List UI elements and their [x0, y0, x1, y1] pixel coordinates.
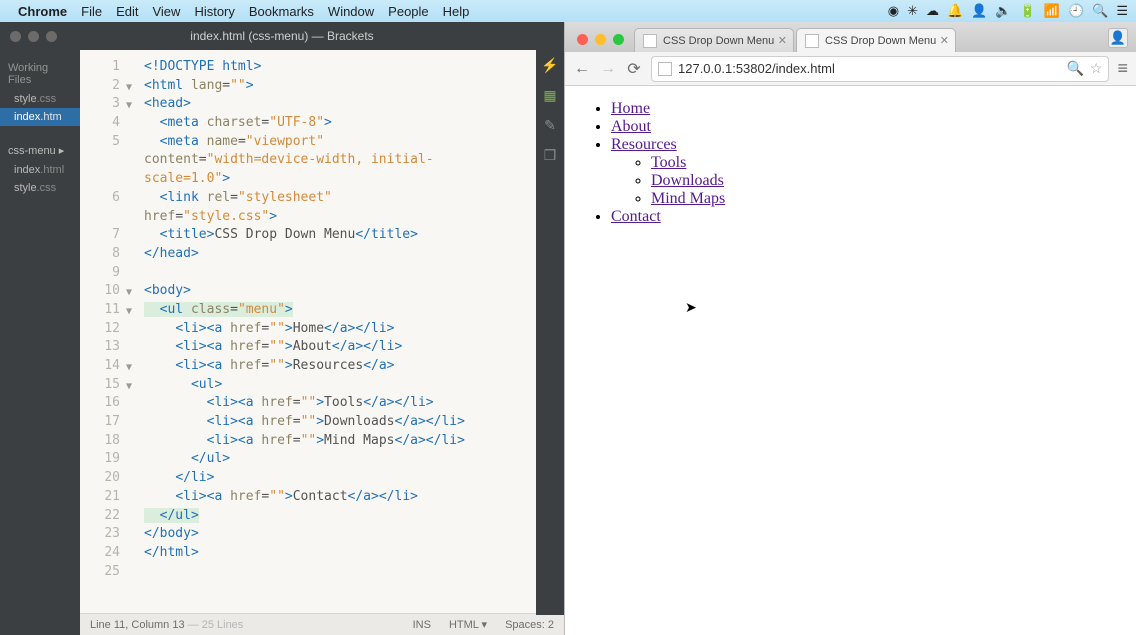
bell-icon[interactable]: 🔔 — [947, 3, 963, 19]
close-dot[interactable] — [577, 34, 588, 45]
menu-icon[interactable]: ≡ — [1117, 58, 1128, 79]
user-icon[interactable]: 👤 — [971, 3, 987, 19]
close-icon[interactable]: ✕ — [940, 34, 949, 47]
cursor-icon: ➤ — [685, 300, 697, 317]
gutter: 12▼3▼45678910▼11▼121314▼15▼1617181920212… — [80, 50, 124, 613]
star-icon[interactable]: ☆ — [1090, 60, 1103, 77]
sidebar-item-indexhtm[interactable]: index.htm — [0, 108, 80, 126]
brackets-window: index.html (css-menu) — Brackets Working… — [0, 22, 564, 635]
menu-bookmarks[interactable]: Bookmarks — [249, 4, 314, 19]
submenu-list: Tools Downloads Mind Maps — [611, 154, 1126, 208]
wifi-icon[interactable]: 📶 — [1044, 3, 1060, 19]
reload-button[interactable]: ⟳ — [625, 59, 643, 79]
brackets-statusbar: Line 11, Column 13 — 25 Lines INS HTML ▾… — [80, 613, 564, 635]
max-dot[interactable] — [613, 34, 624, 45]
cube-icon[interactable]: ❒ — [541, 146, 559, 164]
menu-help[interactable]: Help — [443, 4, 470, 19]
chrome-tabstrip: CSS Drop Down Menu ✕ CSS Drop Down Menu … — [565, 22, 1136, 52]
list-item: Downloads — [651, 172, 1126, 190]
menu-people[interactable]: People — [388, 4, 428, 19]
brackets-sidebar: Working Files style.css index.htm css-me… — [0, 50, 80, 635]
profile-icon[interactable]: 👤 — [1108, 28, 1128, 48]
link-contact[interactable]: Contact — [611, 208, 661, 225]
favicon-icon — [805, 34, 819, 48]
list-item: Resources Tools Downloads Mind Maps — [611, 136, 1126, 208]
menu-list: Home About Resources Tools Downloads Min… — [575, 100, 1126, 226]
close-icon[interactable]: ✕ — [778, 34, 787, 47]
menu-view[interactable]: View — [152, 4, 180, 19]
link-downloads[interactable]: Downloads — [651, 172, 724, 189]
link-tools[interactable]: Tools — [651, 154, 686, 171]
clock-icon[interactable]: 🕘 — [1068, 3, 1084, 19]
line-count: — 25 Lines — [188, 619, 244, 631]
search-icon[interactable]: 🔍 — [1092, 3, 1108, 19]
list-item: About — [611, 118, 1126, 136]
back-button[interactable]: ← — [573, 60, 591, 78]
speaker-icon[interactable]: 🔈 — [995, 3, 1011, 19]
list-item: Mind Maps — [651, 190, 1126, 208]
tab-title: CSS Drop Down Menu — [825, 35, 936, 47]
code-editor[interactable]: 12▼3▼45678910▼11▼121314▼15▼1617181920212… — [80, 50, 564, 635]
brackets-tool-column: ⚡ ▦ ✎ ❒ — [536, 50, 564, 615]
spaces-indicator[interactable]: Spaces: 2 — [505, 619, 554, 631]
menu-history[interactable]: History — [194, 4, 234, 19]
list-item: Home — [611, 100, 1126, 118]
link-home[interactable]: Home — [611, 100, 650, 117]
cloud-icon[interactable]: ☁ — [926, 3, 939, 19]
menu-window[interactable]: Window — [328, 4, 374, 19]
code-icon[interactable]: ✎ — [541, 116, 559, 134]
ins-indicator[interactable]: INS — [413, 619, 431, 631]
brackets-titlebar[interactable]: index.html (css-menu) — Brackets — [0, 22, 564, 50]
tab-1[interactable]: CSS Drop Down Menu ✕ — [634, 28, 794, 52]
lang-indicator[interactable]: HTML ▾ — [449, 618, 487, 631]
menu-file[interactable]: File — [81, 4, 102, 19]
url-text: 127.0.0.1:53802/index.html — [678, 61, 835, 76]
cursor-pos: Line 11, Column 13 — [90, 619, 185, 631]
min-dot[interactable] — [595, 34, 606, 45]
extensions-icon[interactable]: ▦ — [541, 86, 559, 104]
link-about[interactable]: About — [611, 118, 651, 135]
page-icon — [658, 62, 672, 76]
working-files-header: Working Files — [0, 58, 80, 90]
chrome-toolbar: ← → ⟳ 127.0.0.1:53802/index.html 🔍 ☆ ≡ — [565, 52, 1136, 86]
sidebar-item-stylecss[interactable]: style.css — [0, 90, 80, 108]
menu-app[interactable]: Chrome — [18, 4, 67, 19]
menu-edit[interactable]: Edit — [116, 4, 138, 19]
circled-dot-icon[interactable]: ◉ — [888, 3, 899, 19]
battery-icon[interactable]: 🔋 — [1020, 3, 1036, 19]
list-icon[interactable]: ☰ — [1116, 3, 1128, 19]
zoom-icon[interactable]: 🔍 — [1066, 60, 1083, 77]
bolt-icon[interactable]: ⚡ — [541, 56, 559, 74]
tab-2[interactable]: CSS Drop Down Menu ✕ — [796, 28, 956, 52]
chrome-traffic-lights[interactable] — [577, 34, 624, 45]
mac-menubar: Chrome File Edit View History Bookmarks … — [0, 0, 1136, 22]
rendered-page: Home About Resources Tools Downloads Min… — [565, 86, 1136, 635]
chrome-window: CSS Drop Down Menu ✕ CSS Drop Down Menu … — [564, 22, 1136, 635]
address-bar[interactable]: 127.0.0.1:53802/index.html 🔍 ☆ — [651, 56, 1109, 82]
forward-button[interactable]: → — [599, 60, 617, 78]
list-item: Tools — [651, 154, 1126, 172]
sidebar-item-stylecss2[interactable]: style.css — [0, 179, 80, 197]
project-folder[interactable]: css-menu ▸ — [0, 140, 80, 161]
asterisk-icon[interactable]: ✳ — [907, 3, 918, 19]
brackets-title: index.html (css-menu) — Brackets — [0, 29, 564, 43]
list-item: Contact — [611, 208, 1126, 226]
favicon-icon — [643, 34, 657, 48]
tab-title: CSS Drop Down Menu — [663, 35, 774, 47]
sidebar-item-indexhtml[interactable]: index.html — [0, 161, 80, 179]
link-resources[interactable]: Resources — [611, 136, 677, 153]
code[interactable]: <!DOCTYPE html><html lang=""><head> <met… — [124, 50, 564, 613]
link-mindmaps[interactable]: Mind Maps — [651, 190, 725, 207]
